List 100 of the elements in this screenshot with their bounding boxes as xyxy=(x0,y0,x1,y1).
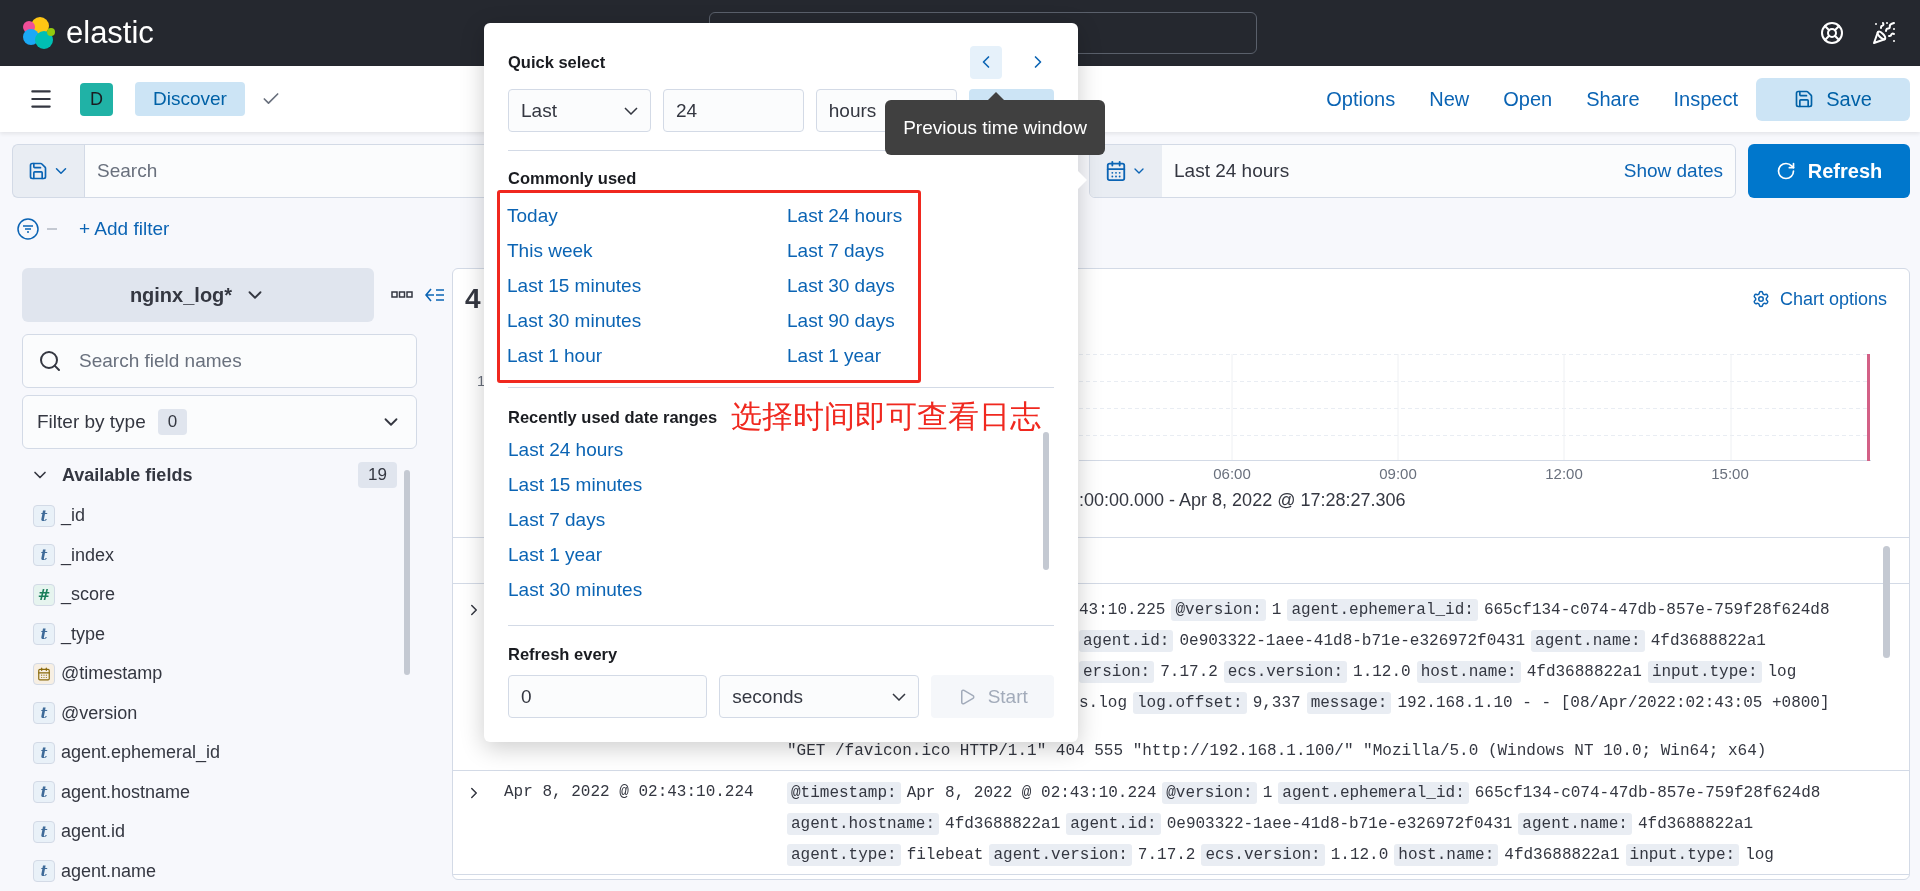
section-title: Quick select xyxy=(508,52,606,72)
type-token: t xyxy=(33,860,55,883)
field-value: 7.17.2 xyxy=(1137,845,1196,864)
field-value: 1.12.0 xyxy=(1330,845,1389,864)
type-token: t xyxy=(33,623,55,646)
type-token: t xyxy=(33,544,55,567)
refresh-icon xyxy=(1775,161,1796,181)
save-icon xyxy=(27,161,48,181)
field-name[interactable]: agent.name xyxy=(61,860,157,882)
field-value: 4fd3688822a1 xyxy=(1650,631,1766,650)
field-key: input.type: xyxy=(1625,843,1740,866)
field-name[interactable]: @version xyxy=(61,702,138,724)
saved-query-button[interactable] xyxy=(12,144,84,198)
logo-icon[interactable] xyxy=(20,15,56,51)
filter-type-dropdown[interactable]: Filter by type 0 xyxy=(22,395,417,449)
field-key: agent.id: xyxy=(1079,629,1174,652)
field-value: 665cf134-c074-47db-857e-759f28f624d8 xyxy=(1483,600,1830,619)
save-button[interactable]: Save xyxy=(1756,77,1910,121)
field-name[interactable]: _type xyxy=(61,623,106,645)
field-value: 4fd3688822a1 xyxy=(1504,845,1620,864)
index-pattern-button[interactable]: nginx_log* xyxy=(22,268,374,322)
menu-link[interactable]: Options xyxy=(1326,87,1396,111)
add-filter-link[interactable]: + Add filter xyxy=(79,218,170,240)
quick-range-link[interactable]: This week xyxy=(507,233,787,268)
field-value: 1.12.0 xyxy=(1353,662,1411,681)
type-token: t xyxy=(33,820,55,843)
field-key: ersion: xyxy=(1079,660,1155,683)
quick-range-link[interactable]: Last 30 days xyxy=(787,268,911,303)
date-picker[interactable]: Last 24 hours Show dates xyxy=(1089,144,1736,198)
more-icon[interactable] xyxy=(391,291,413,299)
field-name[interactable]: agent.ephemeral_id xyxy=(61,742,221,764)
field-value: 4fd3688822a1 xyxy=(1526,662,1642,681)
field-value: filebeat xyxy=(906,845,984,864)
field-name[interactable]: agent.hostname xyxy=(61,781,191,803)
tense-select[interactable]: Last xyxy=(508,89,651,132)
field-key: log.offset: xyxy=(1133,691,1247,714)
field-key: agent.hostname: xyxy=(787,812,940,835)
type-token: # xyxy=(33,583,55,606)
scrollbar[interactable] xyxy=(1883,546,1890,658)
field-key: ecs.version: xyxy=(1201,843,1325,866)
show-dates-link[interactable]: Show dates xyxy=(1623,160,1723,182)
quick-range-link[interactable]: Today xyxy=(507,198,787,233)
recent-range-link[interactable]: Last 1 year xyxy=(508,537,1054,572)
calendar-button[interactable] xyxy=(1090,145,1162,197)
scrollbar[interactable] xyxy=(1043,432,1049,570)
scrollbar[interactable] xyxy=(404,470,410,675)
field-key: @version: xyxy=(1162,781,1257,804)
refresh-button[interactable]: Refresh xyxy=(1748,144,1910,198)
section-title: Recently used date ranges xyxy=(508,407,718,427)
app-badge[interactable]: Discover xyxy=(135,82,245,116)
menu-link[interactable]: Open xyxy=(1503,87,1553,111)
recent-range-link[interactable]: Last 30 minutes xyxy=(508,572,1054,607)
recent-range-link[interactable]: Last 7 days xyxy=(508,502,1054,537)
collapse-icon[interactable] xyxy=(425,287,445,303)
quick-range-link[interactable]: Last 1 hour xyxy=(507,338,787,373)
field-value: 4fd3688822a1 xyxy=(1637,814,1754,833)
party-popper-icon[interactable] xyxy=(1872,21,1896,45)
field-value: s.log xyxy=(1079,693,1127,712)
caret-icon xyxy=(892,692,907,701)
quick-range-link[interactable]: Last 1 year xyxy=(787,338,911,373)
field-value: 665cf134-c074-47db-857e-759f28f624d8 xyxy=(1474,783,1821,802)
field-value: log xyxy=(1767,662,1797,681)
section-title: Refresh every xyxy=(508,644,618,664)
quick-range-link[interactable]: Last 7 days xyxy=(787,233,911,268)
field-key: agent.name: xyxy=(1531,629,1645,652)
field-value: 9,337 xyxy=(1252,693,1301,712)
field-key: agent.id: xyxy=(1066,812,1161,835)
field-value: log xyxy=(1745,845,1774,864)
calendar-icon xyxy=(1105,160,1127,182)
menu-link[interactable]: New xyxy=(1429,87,1470,111)
field-name[interactable]: agent.id xyxy=(61,821,126,843)
menu-link[interactable]: Inspect xyxy=(1673,87,1738,111)
tooltip: Previous time window xyxy=(885,100,1105,155)
chart-options-link[interactable]: Chart options xyxy=(1751,288,1887,310)
field-count: 19 xyxy=(358,462,397,488)
field-search[interactable]: Search field names xyxy=(22,334,417,388)
field-name[interactable]: _index xyxy=(61,544,115,566)
type-token: t xyxy=(33,741,55,764)
field-value: 7.17.2 xyxy=(1160,662,1218,681)
field-name[interactable]: @timestamp xyxy=(61,663,163,685)
axis-label: 06:00 xyxy=(1212,464,1252,484)
space-avatar[interactable]: D xyxy=(80,82,113,116)
quick-range-link[interactable]: Last 30 minutes xyxy=(507,303,787,338)
quick-range-link[interactable]: Last 90 days xyxy=(787,303,911,338)
field-key: ecs.version: xyxy=(1223,660,1348,683)
value-field[interactable]: 24 xyxy=(662,89,804,132)
type-token: t xyxy=(33,702,55,725)
date-range-text: Last 24 hours xyxy=(1174,160,1290,182)
field-key: @timestamp: xyxy=(787,781,901,804)
field-name[interactable]: _score xyxy=(61,584,116,606)
filter-icon[interactable] xyxy=(17,218,39,240)
field-name[interactable]: _id xyxy=(61,505,86,527)
quick-range-link[interactable]: Last 24 hours xyxy=(787,198,911,233)
quick-range-link[interactable]: Last 15 minutes xyxy=(507,268,787,303)
field-key: agent.ephemeral_id: xyxy=(1278,781,1469,804)
menu-link[interactable]: Share xyxy=(1586,87,1640,111)
help-icon[interactable] xyxy=(1820,21,1844,45)
section-title: Commonly used xyxy=(508,168,637,188)
doc-timestamp: Apr 8, 2022 @ 02:43:10.224 xyxy=(504,783,754,801)
recent-range-link[interactable]: Last 15 minutes xyxy=(508,467,1054,502)
